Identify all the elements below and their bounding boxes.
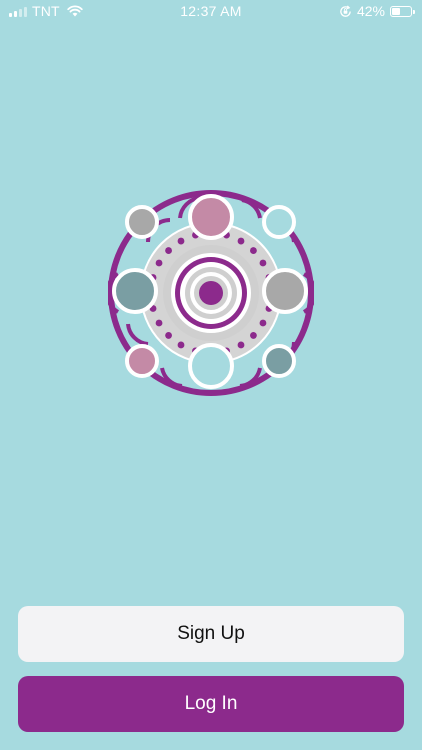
log-in-button[interactable]: Log In xyxy=(18,676,404,732)
sign-up-button[interactable]: Sign Up xyxy=(18,606,404,662)
battery-tip xyxy=(413,9,415,14)
mandala-dot xyxy=(250,247,257,254)
status-bar: TNT 12:37 AM 42% xyxy=(0,0,422,24)
mandala-dot xyxy=(237,341,245,349)
mandala-dot xyxy=(177,237,185,245)
mandala-dot xyxy=(155,319,163,327)
battery-icon xyxy=(390,5,415,17)
mandala-dot xyxy=(165,247,172,254)
battery-percent: 42% xyxy=(356,3,385,19)
welcome-screen: TNT 12:37 AM 42% Sign Up Log In xyxy=(0,0,422,750)
mandala-dot xyxy=(250,332,257,339)
mandala-logo xyxy=(108,190,314,396)
mandala-dot xyxy=(237,237,245,245)
mandala-dot xyxy=(259,259,267,267)
mandala-dot xyxy=(259,319,267,327)
battery-fill xyxy=(392,7,400,15)
mandala-dot xyxy=(177,341,185,349)
mandala-dot xyxy=(165,332,172,339)
status-right: 42% xyxy=(339,3,415,19)
orientation-lock-icon xyxy=(340,5,351,17)
mandala-dot xyxy=(155,259,163,267)
